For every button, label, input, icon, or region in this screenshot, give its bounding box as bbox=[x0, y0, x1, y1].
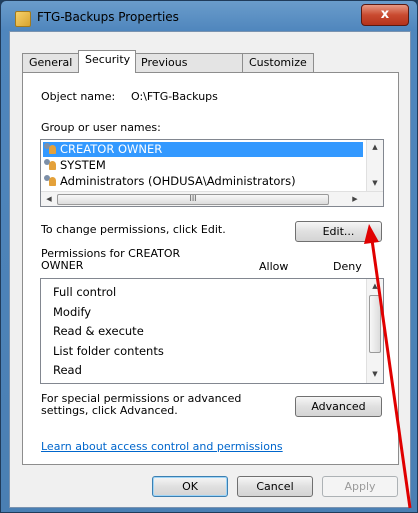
group-label: Group or user names: bbox=[41, 121, 161, 134]
close-button[interactable]: x bbox=[361, 4, 409, 26]
scroll-right-icon[interactable]: ▶ bbox=[347, 192, 363, 206]
user-name: CREATOR OWNER bbox=[60, 142, 163, 156]
learn-permissions-link[interactable]: Learn about access control and permissio… bbox=[41, 440, 283, 453]
user-row-system[interactable]: SYSTEM bbox=[43, 158, 106, 173]
scroll-down-icon[interactable]: ▼ bbox=[367, 367, 383, 381]
user-list[interactable]: CREATOR OWNER SYSTEM Administrators (OHD… bbox=[40, 139, 384, 207]
permission-row: List folder contents bbox=[53, 344, 164, 358]
tab-security[interactable]: Security bbox=[78, 50, 136, 73]
advanced-button[interactable]: Advanced bbox=[295, 396, 382, 417]
user-group-icon bbox=[43, 175, 57, 187]
object-name-label: Object name: bbox=[41, 90, 116, 103]
folder-icon bbox=[15, 11, 31, 27]
object-name-value: O:\FTG-Backups bbox=[131, 90, 218, 103]
permissions-list[interactable]: Full control Modify Read & execute List … bbox=[40, 278, 384, 384]
permission-row: Full control bbox=[53, 285, 117, 299]
allow-header: Allow bbox=[259, 260, 289, 273]
edit-button[interactable]: Edit... bbox=[295, 221, 382, 242]
deny-header: Deny bbox=[333, 260, 362, 273]
scroll-up-icon[interactable]: ▲ bbox=[367, 279, 383, 293]
tab-general[interactable]: General bbox=[22, 53, 80, 72]
special-permissions-text: For special permissions or advanced sett… bbox=[41, 392, 242, 417]
tab-previous-versions[interactable]: Previous Versions bbox=[134, 53, 244, 87]
hscroll-thumb[interactable]: III bbox=[57, 194, 329, 205]
scroll-up-icon[interactable]: ▲ bbox=[367, 140, 383, 154]
user-group-icon bbox=[43, 143, 57, 155]
title-bar[interactable]: FTG-Backups Properties x bbox=[1, 1, 417, 33]
permissions-vscroll[interactable]: ▲ ▼ bbox=[366, 279, 383, 383]
user-name: Administrators (OHDUSA\Administrators) bbox=[60, 174, 296, 188]
user-list-vscroll[interactable]: ▲ ▼ bbox=[366, 140, 383, 192]
ok-button[interactable]: OK bbox=[152, 476, 228, 497]
permission-row: Read bbox=[53, 363, 82, 377]
user-list-hscroll[interactable]: ◀ III ▶ bbox=[41, 191, 383, 206]
scroll-left-icon[interactable]: ◀ bbox=[41, 192, 57, 206]
permissions-for-label: Permissions for CREATOR OWNER bbox=[41, 247, 181, 272]
user-group-icon bbox=[43, 159, 57, 171]
security-panel: Object name: O:\FTG-Backups Group or use… bbox=[22, 72, 399, 465]
scroll-down-icon[interactable]: ▼ bbox=[367, 176, 383, 190]
permissions-scroll-thumb[interactable] bbox=[369, 295, 381, 353]
permission-row: Read & execute bbox=[53, 324, 144, 338]
change-permissions-text: To change permissions, click Edit. bbox=[41, 223, 226, 236]
apply-button: Apply bbox=[322, 476, 398, 497]
window-title: FTG-Backups Properties bbox=[37, 10, 179, 24]
user-name: SYSTEM bbox=[60, 158, 106, 172]
permission-row: Modify bbox=[53, 305, 92, 319]
user-row-creator-owner[interactable]: CREATOR OWNER bbox=[43, 142, 363, 157]
user-row-administrators[interactable]: Administrators (OHDUSA\Administrators) bbox=[43, 174, 296, 189]
cancel-button[interactable]: Cancel bbox=[237, 476, 313, 497]
tab-customize[interactable]: Customize bbox=[242, 53, 314, 72]
